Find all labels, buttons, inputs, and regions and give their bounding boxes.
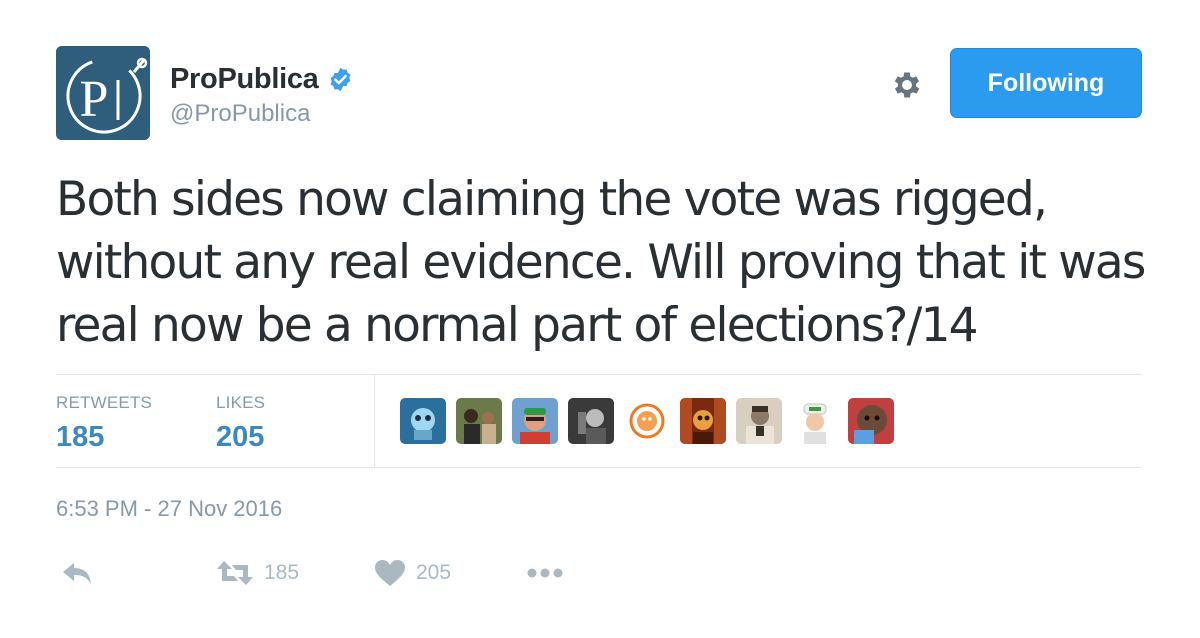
tweet-header: P ProPublica @ProPublica Following — [56, 46, 1142, 140]
retweet-count: 185 — [264, 561, 300, 584]
likes-stat[interactable]: LIKES 205 — [216, 393, 265, 454]
more-button[interactable] — [526, 553, 564, 593]
tweet-stats: RETWEETS 185 LIKES 205 — [56, 374, 1142, 468]
svg-text:P: P — [80, 71, 109, 128]
likes-value: 205 — [216, 421, 265, 453]
reply-icon — [63, 563, 91, 584]
following-button[interactable]: Following — [950, 48, 1142, 118]
propublica-logo[interactable]: P — [56, 46, 150, 140]
retweet-button[interactable]: 185 — [216, 553, 299, 593]
tweet-actions: 185 205 — [56, 553, 656, 593]
like-button[interactable]: 205 — [374, 553, 451, 593]
avatar[interactable] — [512, 398, 558, 444]
handle[interactable]: @ProPublica — [170, 100, 354, 128]
retweets-value: 185 — [56, 421, 105, 453]
gear-icon[interactable] — [890, 68, 924, 102]
display-name[interactable]: ProPublica — [170, 63, 319, 96]
tweet-text-line: real now be a normal part of elections?/… — [56, 298, 979, 353]
retweets-stat[interactable]: RETWEETS 185 — [56, 393, 152, 454]
avatar[interactable] — [624, 398, 670, 444]
retweets-label: RETWEETS — [56, 393, 153, 412]
avatar[interactable] — [400, 398, 446, 444]
tweet-text-line: Both sides now claiming the vote was rig… — [56, 172, 1048, 227]
verified-badge-icon — [330, 67, 350, 91]
retweet-icon — [217, 561, 253, 585]
avatar[interactable] — [792, 398, 838, 444]
tweet-text: Both sides now claiming the vote was rig… — [56, 168, 1146, 357]
display-name-row: ProPublica — [170, 60, 354, 98]
tweet-text-line: without any real evidence. Will proving … — [56, 235, 1146, 290]
avatar[interactable] — [680, 398, 726, 444]
stats-divider — [374, 375, 375, 467]
avatar[interactable] — [736, 398, 782, 444]
likes-label: LIKES — [216, 393, 266, 412]
heart-icon — [375, 560, 405, 586]
tweet-timestamp[interactable]: 6:53 PM - 27 Nov 2016 — [56, 496, 282, 522]
reply-button[interactable] — [60, 553, 94, 593]
more-icon — [527, 568, 563, 578]
liker-avatars — [400, 398, 904, 444]
author-names: ProPublica @ProPublica — [170, 60, 354, 128]
like-count: 205 — [416, 561, 452, 584]
avatar[interactable] — [456, 398, 502, 444]
avatar[interactable] — [848, 398, 894, 444]
avatar[interactable] — [568, 398, 614, 444]
